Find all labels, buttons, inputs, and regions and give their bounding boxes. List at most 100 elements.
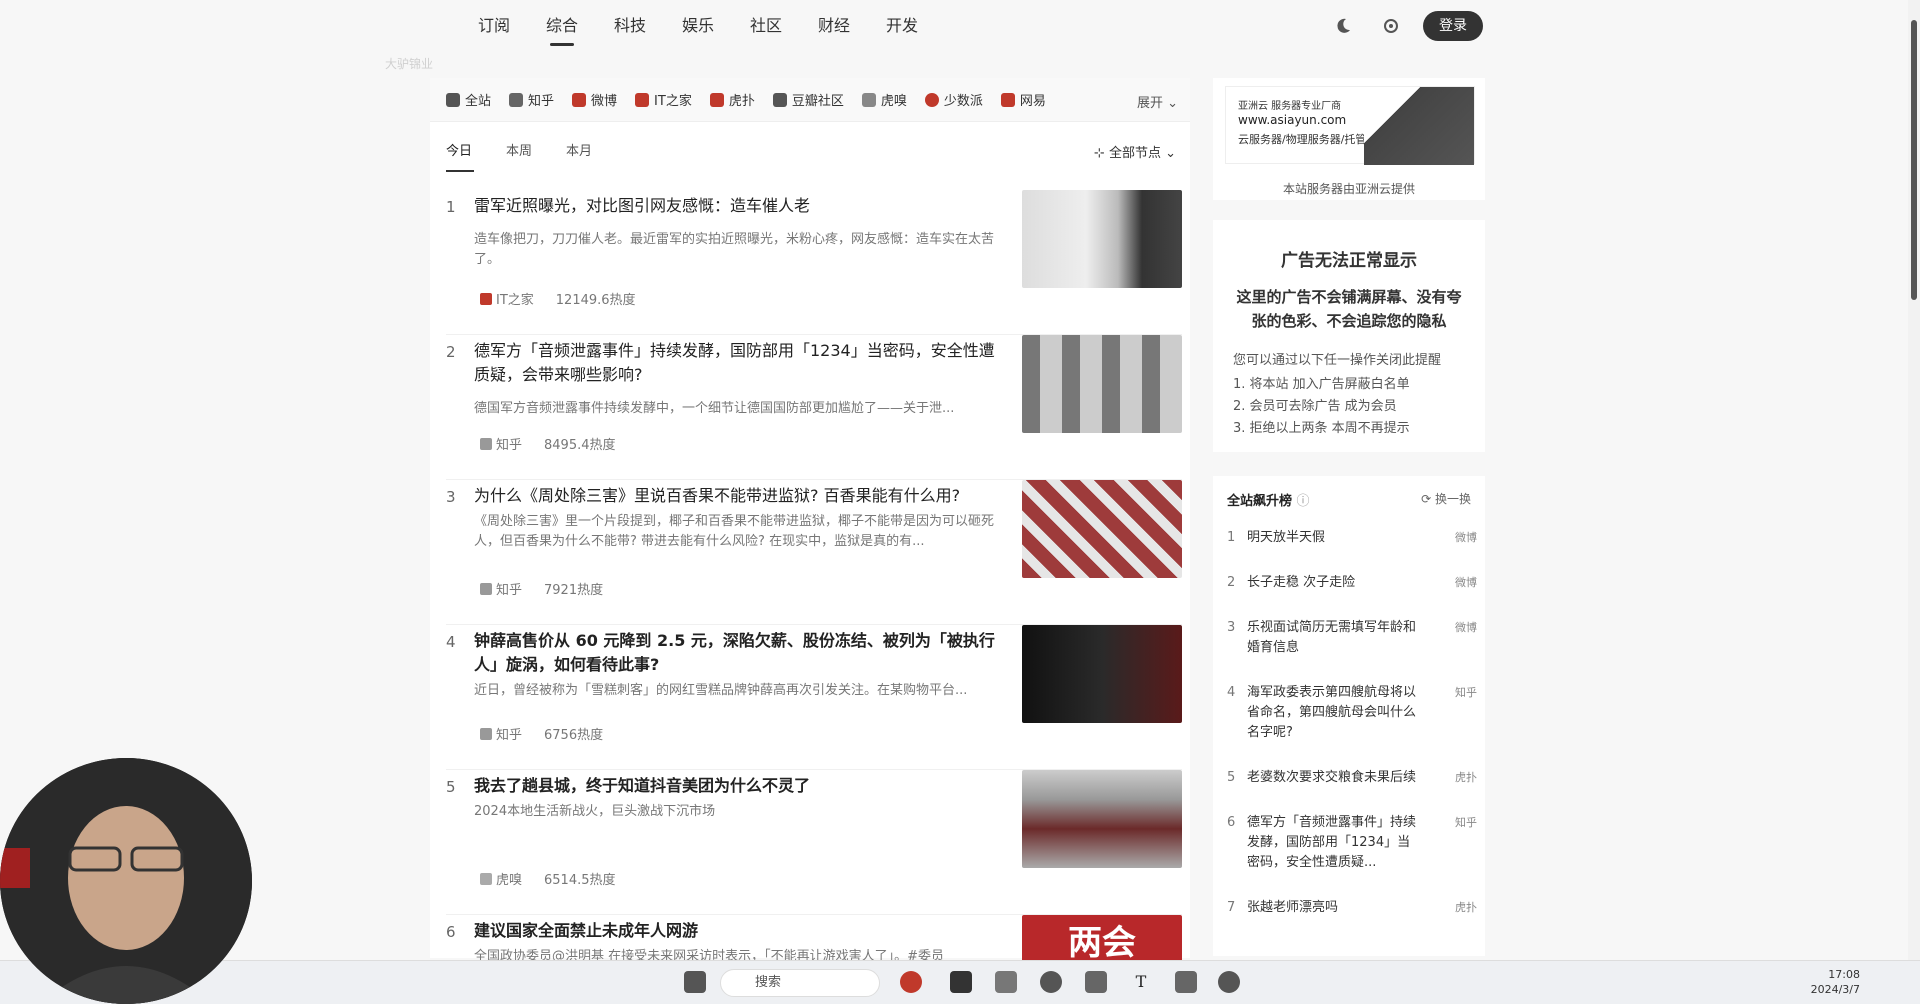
refresh-button[interactable]: ⟳ 换一换 bbox=[1421, 490, 1471, 507]
ithome-icon bbox=[480, 292, 492, 305]
huxiu-icon bbox=[861, 92, 876, 107]
period-month[interactable]: 本月 bbox=[566, 140, 626, 166]
item-thumbnail[interactable] bbox=[1022, 480, 1182, 578]
source-weibo[interactable]: 微博 bbox=[572, 90, 617, 109]
ad-line3: 云服务器/物理服务器/托管 bbox=[1238, 133, 1367, 146]
edge-icon[interactable] bbox=[1040, 971, 1062, 993]
source-zhihu[interactable]: 知乎 bbox=[509, 90, 554, 109]
item-title[interactable]: 德军方「音频泄露事件」持续发酵，国防部用「1234」当密码，安全性遭质疑，会带来… bbox=[474, 339, 1004, 387]
ranking-item[interactable]: 6 德军方「音频泄露事件」持续发酵，国防部用「1234」当密码，安全性遭质疑...… bbox=[1227, 813, 1477, 873]
item-thumbnail[interactable] bbox=[1022, 770, 1182, 868]
period-week[interactable]: 本周 bbox=[506, 140, 566, 166]
source-sspai[interactable]: 少数派 bbox=[924, 90, 983, 109]
source-name: 虎嗅 bbox=[496, 873, 523, 888]
watermark-text: 大驴锦业 bbox=[385, 57, 434, 71]
ranking-item[interactable]: 7 张越老师漂亮吗 虎扑 bbox=[1227, 898, 1477, 918]
item-title[interactable]: 雷军近照曝光，对比图引网友感慨：造车催人老 bbox=[474, 194, 1004, 218]
sponsor-ad[interactable]: 亚洲云 服务器专业厂商 www.asiayun.com 云服务器/物理服务器/托… bbox=[1213, 78, 1485, 200]
list-item[interactable]: 3 为什么《周处除三害》里说百香果不能带进监狱? 百香果能有什么用? 《周处除三… bbox=[446, 480, 1182, 625]
refresh-label: 换一换 bbox=[1434, 492, 1471, 506]
taskbar-search[interactable]: 搜索 bbox=[720, 969, 880, 997]
item-thumbnail[interactable] bbox=[1022, 190, 1182, 288]
item-thumbnail[interactable] bbox=[1022, 625, 1182, 723]
node-filter-label: 全部节点 bbox=[1108, 146, 1161, 161]
item-desc: 2024本地生活新战火，巨头激战下沉市场 bbox=[474, 804, 716, 819]
ranking-number: 2 bbox=[1227, 575, 1236, 590]
source-netease[interactable]: 网易 bbox=[1000, 90, 1046, 109]
tab-community[interactable]: 社区 bbox=[732, 12, 800, 42]
folder-icon[interactable] bbox=[995, 971, 1017, 993]
login-button[interactable]: 登录 bbox=[1423, 11, 1483, 41]
app-icon[interactable] bbox=[950, 971, 972, 993]
system-clock[interactable]: 17:08 2024/3/7 bbox=[1811, 967, 1860, 997]
source-label: 豆瓣社区 bbox=[791, 94, 844, 109]
item-title[interactable]: 为什么《周处除三害》里说百香果不能带进监狱? 百香果能有什么用? bbox=[474, 484, 1004, 508]
ranking-text: 乐视面试简历无需填写年龄和婚育信息 bbox=[1247, 620, 1417, 655]
thumb-text: 两会 bbox=[1068, 923, 1136, 963]
ranking-text: 德军方「音频泄露事件」持续发酵，国防部用「1234」当密码，安全性遭质疑... bbox=[1247, 815, 1417, 870]
source-hupu[interactable]: 虎扑 bbox=[709, 90, 755, 109]
gear-icon[interactable] bbox=[1381, 16, 1401, 36]
rank-number: 3 bbox=[446, 488, 456, 506]
scrollbar-thumb[interactable] bbox=[1911, 20, 1917, 300]
source-all[interactable]: 全站 bbox=[446, 90, 491, 109]
item-source: IT之家 bbox=[480, 289, 534, 308]
source-douban[interactable]: 豆瓣社区 bbox=[772, 90, 844, 109]
browser-icon[interactable] bbox=[900, 971, 922, 993]
source-huxiu[interactable]: 虎嗅 bbox=[861, 90, 907, 109]
expand-button[interactable]: 展开 ⌄ bbox=[1137, 92, 1178, 111]
list-item[interactable]: 1 雷军近照曝光，对比图引网友感慨：造车催人老 造车像把刀，刀刀催人老。最近雷军… bbox=[446, 190, 1182, 335]
adblock-notice: 广告无法正常显示 这里的广告不会铺满屏幕、没有夸张的色彩、不会追踪您的隐私 您可… bbox=[1213, 220, 1485, 452]
clock-date: 2024/3/7 bbox=[1810, 983, 1860, 996]
item-desc: 《周处除三害》里一个片段提到，椰子和百香果不能带进监狱，椰子不能带是因为可以砸死… bbox=[474, 514, 995, 549]
tab-general[interactable]: 综合 bbox=[528, 12, 596, 46]
windows-start-icon[interactable] bbox=[684, 971, 706, 993]
moon-icon[interactable] bbox=[1333, 16, 1353, 36]
zhihu-icon bbox=[480, 727, 492, 740]
source-label: 全站 bbox=[465, 94, 492, 109]
source-name: 知乎 bbox=[496, 583, 523, 598]
info-icon[interactable]: ⓘ bbox=[1297, 494, 1310, 509]
watermark-logo: 大驴锦业 bbox=[30, 20, 450, 90]
scrollbar[interactable] bbox=[1908, 0, 1920, 960]
ranking-item[interactable]: 5 老婆数次要求交粮食未果后续 虎扑 bbox=[1227, 768, 1477, 788]
list-item[interactable]: 5 我去了趟县城，终于知道抖音美团为什么不灵了 2024本地生活新战火，巨头激战… bbox=[446, 770, 1182, 915]
tab-finance[interactable]: 财经 bbox=[800, 12, 868, 42]
notice-option-whitelist[interactable]: 1. 将本站 加入广告屏蔽白名单 bbox=[1233, 374, 1465, 396]
item-thumbnail[interactable] bbox=[1022, 335, 1182, 433]
item-desc: 德国军方音频泄露事件持续发酵中，一个细节让德国国防部更加尴尬了——关于泄... bbox=[474, 401, 955, 416]
ranking-item[interactable]: 3 乐视面试简历无需填写年龄和婚育信息 微博 bbox=[1227, 618, 1477, 658]
chevron-down-icon: ⌄ bbox=[1165, 146, 1176, 161]
app-icon[interactable] bbox=[1085, 971, 1107, 993]
ranking-source: 虎扑 bbox=[1455, 901, 1477, 914]
weibo-icon bbox=[572, 92, 587, 107]
notice-option-dismiss[interactable]: 3. 拒绝以上两条 本周不再提示 bbox=[1233, 418, 1465, 440]
item-title[interactable]: 钟薛高售价从 60 元降到 2.5 元，深陷欠薪、股份冻结、被列为「被执行人」旋… bbox=[474, 629, 1004, 677]
item-title[interactable]: 我去了趟县城，终于知道抖音美团为什么不灵了 bbox=[474, 774, 1004, 798]
tab-entertainment[interactable]: 娱乐 bbox=[664, 12, 732, 42]
ranking-number: 7 bbox=[1227, 900, 1236, 915]
notepad-icon[interactable] bbox=[1175, 971, 1197, 993]
ranking-number: 4 bbox=[1227, 685, 1236, 700]
typora-icon[interactable]: T bbox=[1130, 971, 1152, 993]
source-ithome[interactable]: IT之家 bbox=[635, 90, 692, 109]
ranking-item[interactable]: 4 海军政委表示第四艘航母将以省命名，第四艘航母会叫什么名字呢? 知乎 bbox=[1227, 683, 1477, 743]
tab-dev[interactable]: 开发 bbox=[868, 12, 936, 42]
period-today[interactable]: 今日 bbox=[446, 140, 506, 172]
chrome-icon[interactable] bbox=[1218, 971, 1240, 993]
item-heat: 8495.4热度 bbox=[544, 438, 616, 453]
rank-number: 2 bbox=[446, 343, 456, 361]
ad-image[interactable]: 亚洲云 服务器专业厂商 www.asiayun.com 云服务器/物理服务器/托… bbox=[1225, 86, 1475, 165]
list-item[interactable]: 4 钟薛高售价从 60 元降到 2.5 元，深陷欠薪、股份冻结、被列为「被执行人… bbox=[446, 625, 1182, 770]
ranking-item[interactable]: 1 明天放半天假 微博 bbox=[1227, 528, 1477, 548]
node-filter-dropdown[interactable]: ⊹ 全部节点 ⌄ bbox=[1094, 142, 1176, 161]
list-item[interactable]: 2 德军方「音频泄露事件」持续发酵，国防部用「1234」当密码，安全性遭质疑，会… bbox=[446, 335, 1182, 480]
item-source: 知乎 bbox=[480, 434, 522, 453]
item-title[interactable]: 建议国家全面禁止未成年人网游 bbox=[474, 919, 1004, 943]
source-name: 知乎 bbox=[496, 438, 523, 453]
tab-subscribe[interactable]: 订阅 bbox=[460, 12, 528, 42]
notice-option-member[interactable]: 2. 会员可去除广告 成为会员 bbox=[1233, 396, 1465, 418]
taskbar: 搜索 T 17:08 2024/3/7 bbox=[0, 960, 1920, 1004]
tab-tech[interactable]: 科技 bbox=[596, 12, 664, 42]
ranking-item[interactable]: 2 长子走稳 次子走险 微博 bbox=[1227, 573, 1477, 593]
